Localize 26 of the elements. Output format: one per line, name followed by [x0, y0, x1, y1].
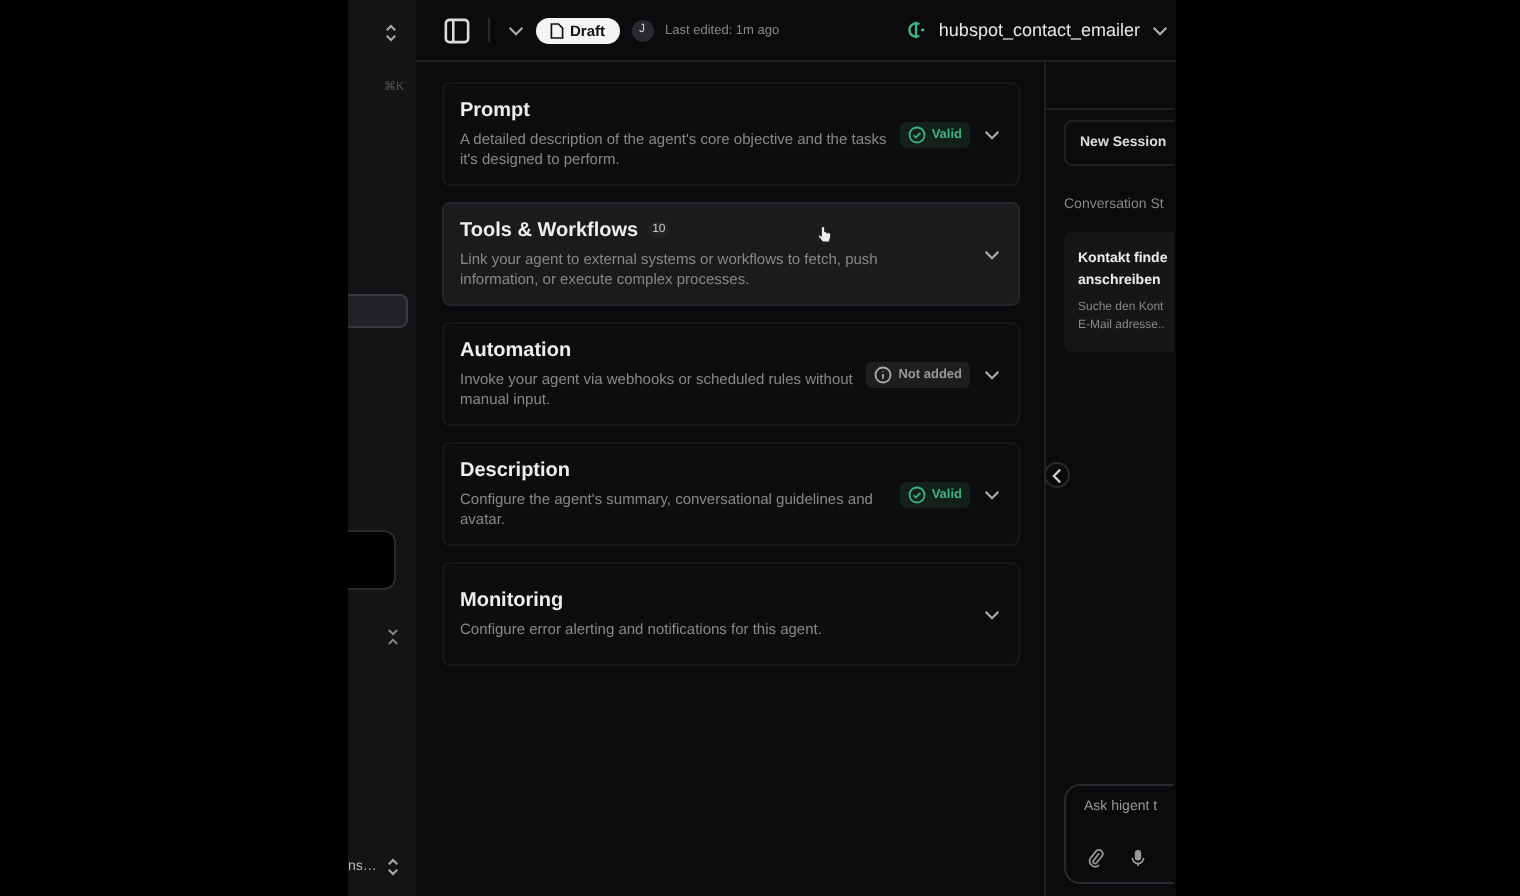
- hand-cursor-icon: [816, 224, 832, 244]
- chevron-updown-icon[interactable]: [384, 22, 398, 44]
- chevron-down-icon[interactable]: [1152, 25, 1168, 35]
- section-title: Description: [460, 459, 571, 481]
- chevron-down-icon[interactable]: [508, 25, 524, 35]
- chevron-down-icon[interactable]: [984, 609, 1000, 619]
- chevron-left-icon: [1052, 467, 1062, 483]
- chevron-down-icon[interactable]: [984, 369, 1000, 379]
- sidebar-toggle-icon[interactable]: [444, 17, 470, 43]
- chevron-updown-icon[interactable]: [386, 856, 400, 878]
- collapse-icon[interactable]: [386, 628, 400, 646]
- chevron-down-icon[interactable]: [984, 249, 1000, 259]
- agent-name[interactable]: hubspot_contact_emailer: [938, 20, 1140, 40]
- section-title: Prompt: [460, 99, 530, 121]
- document-icon: [550, 21, 564, 39]
- chevron-down-icon[interactable]: [984, 129, 1000, 139]
- section-title: Tools & Workflows: [460, 219, 639, 241]
- agent-icon: [906, 20, 927, 40]
- sidebar-field[interactable]: [348, 294, 408, 328]
- microphone-icon[interactable]: [1130, 848, 1146, 868]
- section-title: Automation: [460, 339, 572, 361]
- section-title: Monitoring: [460, 589, 564, 611]
- paperclip-icon[interactable]: [1088, 848, 1104, 868]
- collapse-panel-button[interactable]: [1044, 462, 1070, 488]
- chevron-down-icon[interactable]: [984, 489, 1000, 499]
- sidebar-panel: [348, 530, 396, 590]
